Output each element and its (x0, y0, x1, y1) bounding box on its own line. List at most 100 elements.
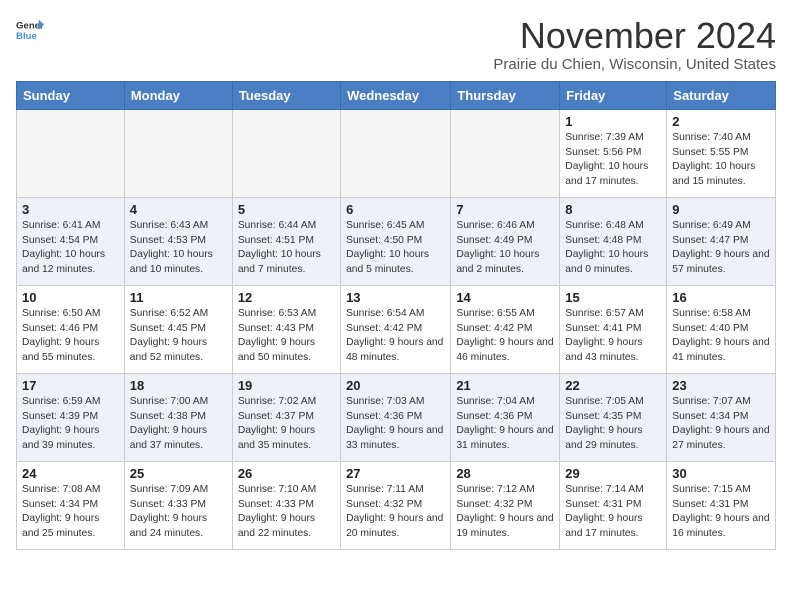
day-info: Sunrise: 6:50 AM Sunset: 4:46 PM Dayligh… (22, 307, 119, 367)
calendar-header-row: Sunday Monday Tuesday Wednesday Thursday… (17, 81, 776, 109)
day-info: Sunrise: 7:05 AM Sunset: 4:35 PM Dayligh… (565, 395, 661, 455)
day-number: 23 (672, 378, 770, 393)
day-number: 27 (346, 466, 445, 481)
calendar-week-row: 24 Sunrise: 7:08 AM Sunset: 4:34 PM Dayli… (17, 461, 776, 549)
day-info: Sunrise: 6:49 AM Sunset: 4:47 PM Dayligh… (672, 219, 770, 279)
col-thursday: Thursday (451, 81, 560, 109)
table-row (451, 109, 560, 197)
day-info: Sunrise: 6:48 AM Sunset: 4:48 PM Dayligh… (565, 219, 661, 279)
table-row: 2 Sunrise: 7:40 AM Sunset: 5:55 PM Daylig… (667, 109, 776, 197)
table-row: 20 Sunrise: 7:03 AM Sunset: 4:36 PM Dayli… (341, 373, 451, 461)
day-info: Sunrise: 7:04 AM Sunset: 4:36 PM Dayligh… (456, 395, 554, 455)
table-row: 8 Sunrise: 6:48 AM Sunset: 4:48 PM Daylig… (560, 197, 667, 285)
table-row: 11Sunrise: 6:52 AM Sunset: 4:45 PM Dayli… (124, 285, 232, 373)
month-title: November 2024 (493, 16, 776, 56)
table-row: 27 Sunrise: 7:11 AM Sunset: 4:32 PM Dayli… (341, 461, 451, 549)
day-number: 29 (565, 466, 661, 481)
col-monday: Monday (124, 81, 232, 109)
day-info: Sunrise: 6:41 AM Sunset: 4:54 PM Dayligh… (22, 219, 119, 279)
day-info: Sunrise: 6:53 AM Sunset: 4:43 PM Dayligh… (238, 307, 335, 367)
col-wednesday: Wednesday (341, 81, 451, 109)
day-number: 10 (22, 290, 119, 305)
table-row: 26 Sunrise: 7:10 AM Sunset: 4:33 PM Dayli… (232, 461, 340, 549)
page-header: General Blue November 2024 Prairie du Ch… (16, 16, 776, 73)
day-number: 22 (565, 378, 661, 393)
day-number: 21 (456, 378, 554, 393)
day-number: 3 (22, 202, 119, 217)
day-info: Sunrise: 7:07 AM Sunset: 4:34 PM Dayligh… (672, 395, 770, 455)
logo-icon: General Blue (16, 16, 44, 44)
calendar-week-row: 10 Sunrise: 6:50 AM Sunset: 4:46 PM Dayli… (17, 285, 776, 373)
day-number: 4 (130, 202, 227, 217)
table-row: 24 Sunrise: 7:08 AM Sunset: 4:34 PM Dayli… (17, 461, 125, 549)
day-number: 6 (346, 202, 445, 217)
table-row: 13 Sunrise: 6:54 AM Sunset: 4:42 PM Dayli… (341, 285, 451, 373)
day-number: 8 (565, 202, 661, 217)
table-row: 4Sunrise: 6:43 AM Sunset: 4:53 PM Daylig… (124, 197, 232, 285)
day-number: 13 (346, 290, 445, 305)
table-row (341, 109, 451, 197)
calendar-week-row: 1 Sunrise: 7:39 AM Sunset: 5:56 PM Daylig… (17, 109, 776, 197)
table-row: 9 Sunrise: 6:49 AM Sunset: 4:47 PM Daylig… (667, 197, 776, 285)
day-info: Sunrise: 6:59 AM Sunset: 4:39 PM Dayligh… (22, 395, 119, 455)
day-number: 24 (22, 466, 119, 481)
calendar-table: Sunday Monday Tuesday Wednesday Thursday… (16, 81, 776, 550)
day-info: Sunrise: 6:57 AM Sunset: 4:41 PM Dayligh… (565, 307, 661, 367)
day-info: Sunrise: 7:15 AM Sunset: 4:31 PM Dayligh… (672, 483, 770, 543)
day-info: Sunrise: 7:03 AM Sunset: 4:36 PM Dayligh… (346, 395, 445, 455)
day-number: 1 (565, 114, 661, 129)
day-number: 9 (672, 202, 770, 217)
table-row: 6 Sunrise: 6:45 AM Sunset: 4:50 PM Daylig… (341, 197, 451, 285)
day-number: 26 (238, 466, 335, 481)
day-info: Sunrise: 6:45 AM Sunset: 4:50 PM Dayligh… (346, 219, 445, 279)
table-row: 25 Sunrise: 7:09 AM Sunset: 4:33 PM Dayli… (124, 461, 232, 549)
day-info: Sunrise: 7:02 AM Sunset: 4:37 PM Dayligh… (238, 395, 335, 455)
col-sunday: Sunday (17, 81, 125, 109)
day-number: 16 (672, 290, 770, 305)
day-info: Sunrise: 6:52 AM Sunset: 4:45 PM Dayligh… (130, 307, 227, 367)
day-info: Sunrise: 6:55 AM Sunset: 4:42 PM Dayligh… (456, 307, 554, 367)
table-row: 15Sunrise: 6:57 AM Sunset: 4:41 PM Dayli… (560, 285, 667, 373)
table-row: 22 Sunrise: 7:05 AM Sunset: 4:35 PM Dayli… (560, 373, 667, 461)
table-row: 7 Sunrise: 6:46 AM Sunset: 4:49 PM Daylig… (451, 197, 560, 285)
table-row (124, 109, 232, 197)
day-info: Sunrise: 7:08 AM Sunset: 4:34 PM Dayligh… (22, 483, 119, 543)
title-area: November 2024 Prairie du Chien, Wisconsi… (493, 16, 776, 73)
day-info: Sunrise: 6:54 AM Sunset: 4:42 PM Dayligh… (346, 307, 445, 367)
table-row: 17 Sunrise: 6:59 AM Sunset: 4:39 PM Dayli… (17, 373, 125, 461)
table-row: 14 Sunrise: 6:55 AM Sunset: 4:42 PM Dayli… (451, 285, 560, 373)
table-row: 1 Sunrise: 7:39 AM Sunset: 5:56 PM Daylig… (560, 109, 667, 197)
table-row: 5 Sunrise: 6:44 AM Sunset: 4:51 PM Daylig… (232, 197, 340, 285)
day-number: 20 (346, 378, 445, 393)
table-row: 30Sunrise: 7:15 AM Sunset: 4:31 PM Dayli… (667, 461, 776, 549)
table-row: 23 Sunrise: 7:07 AM Sunset: 4:34 PM Dayli… (667, 373, 776, 461)
day-number: 12 (238, 290, 335, 305)
day-number: 19 (238, 378, 335, 393)
day-number: 2 (672, 114, 770, 129)
day-info: Sunrise: 7:00 AM Sunset: 4:38 PM Dayligh… (130, 395, 227, 455)
day-info: Sunrise: 7:40 AM Sunset: 5:55 PM Dayligh… (672, 131, 770, 191)
day-info: Sunrise: 7:10 AM Sunset: 4:33 PM Dayligh… (238, 483, 335, 543)
day-number: 14 (456, 290, 554, 305)
table-row: 12 Sunrise: 6:53 AM Sunset: 4:43 PM Dayli… (232, 285, 340, 373)
day-number: 17 (22, 378, 119, 393)
day-number: 7 (456, 202, 554, 217)
table-row: 3 Sunrise: 6:41 AM Sunset: 4:54 PM Daylig… (17, 197, 125, 285)
day-info: Sunrise: 6:58 AM Sunset: 4:40 PM Dayligh… (672, 307, 770, 367)
day-info: Sunrise: 7:12 AM Sunset: 4:32 PM Dayligh… (456, 483, 554, 543)
day-info: Sunrise: 6:44 AM Sunset: 4:51 PM Dayligh… (238, 219, 335, 279)
table-row: 28Sunrise: 7:12 AM Sunset: 4:32 PM Dayli… (451, 461, 560, 549)
day-info: Sunrise: 6:46 AM Sunset: 4:49 PM Dayligh… (456, 219, 554, 279)
day-number: 25 (130, 466, 227, 481)
table-row (232, 109, 340, 197)
table-row (17, 109, 125, 197)
col-saturday: Saturday (667, 81, 776, 109)
day-info: Sunrise: 7:09 AM Sunset: 4:33 PM Dayligh… (130, 483, 227, 543)
day-number: 5 (238, 202, 335, 217)
calendar-week-row: 3 Sunrise: 6:41 AM Sunset: 4:54 PM Daylig… (17, 197, 776, 285)
day-info: Sunrise: 7:11 AM Sunset: 4:32 PM Dayligh… (346, 483, 445, 543)
svg-text:Blue: Blue (16, 31, 37, 42)
table-row: 10 Sunrise: 6:50 AM Sunset: 4:46 PM Dayli… (17, 285, 125, 373)
calendar-week-row: 17 Sunrise: 6:59 AM Sunset: 4:39 PM Dayli… (17, 373, 776, 461)
day-info: Sunrise: 7:39 AM Sunset: 5:56 PM Dayligh… (565, 131, 661, 191)
